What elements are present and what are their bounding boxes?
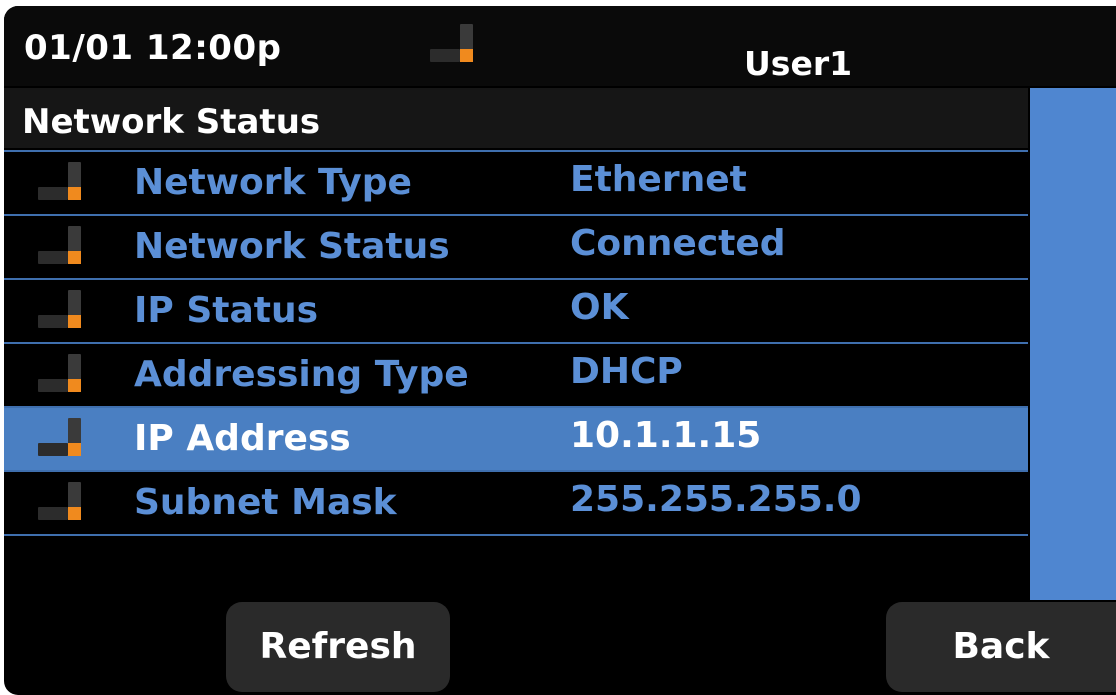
- status-bar: 01/01 12:00p User1: [4, 6, 1116, 86]
- network-icon: [38, 354, 82, 398]
- item-value: 255.255.255.0: [570, 479, 862, 520]
- network-icon: [38, 162, 82, 206]
- network-status-list: Network Type Ethernet Network Status Con…: [4, 150, 1028, 536]
- date-time: 01/01 12:00p: [24, 28, 282, 68]
- item-label: Addressing Type: [134, 354, 469, 395]
- item-value: Ethernet: [570, 159, 747, 200]
- list-item-ip-status[interactable]: IP Status OK: [4, 280, 1028, 344]
- item-label: Network Type: [134, 162, 412, 203]
- list-item-network-status[interactable]: Network Status Connected: [4, 216, 1028, 280]
- item-label: IP Address: [134, 418, 351, 459]
- user-name: User1: [744, 44, 853, 83]
- title-bar: Network Status: [4, 88, 1028, 148]
- list-item-addressing-type[interactable]: Addressing Type DHCP: [4, 344, 1028, 408]
- network-icon: [38, 418, 82, 462]
- network-icon: [38, 290, 82, 334]
- network-icon: [430, 24, 474, 68]
- list-item-subnet-mask[interactable]: Subnet Mask 255.255.255.0: [4, 472, 1028, 536]
- network-icon: [38, 226, 82, 270]
- item-value: OK: [570, 287, 629, 328]
- item-value: Connected: [570, 223, 786, 264]
- scrollbar[interactable]: [1030, 88, 1116, 600]
- network-icon: [38, 482, 82, 526]
- page-title: Network Status: [22, 102, 321, 142]
- item-label: Network Status: [134, 226, 450, 267]
- item-value: 10.1.1.15: [570, 415, 762, 456]
- refresh-button[interactable]: Refresh: [226, 602, 450, 692]
- phone-screen: 01/01 12:00p User1 Network Status Networ…: [4, 6, 1116, 695]
- item-value: DHCP: [570, 351, 683, 392]
- list-item-network-type[interactable]: Network Type Ethernet: [4, 150, 1028, 216]
- back-button[interactable]: Back: [886, 602, 1116, 692]
- item-label: IP Status: [134, 290, 319, 331]
- item-label: Subnet Mask: [134, 482, 397, 523]
- list-item-ip-address[interactable]: IP Address 10.1.1.15: [4, 408, 1028, 472]
